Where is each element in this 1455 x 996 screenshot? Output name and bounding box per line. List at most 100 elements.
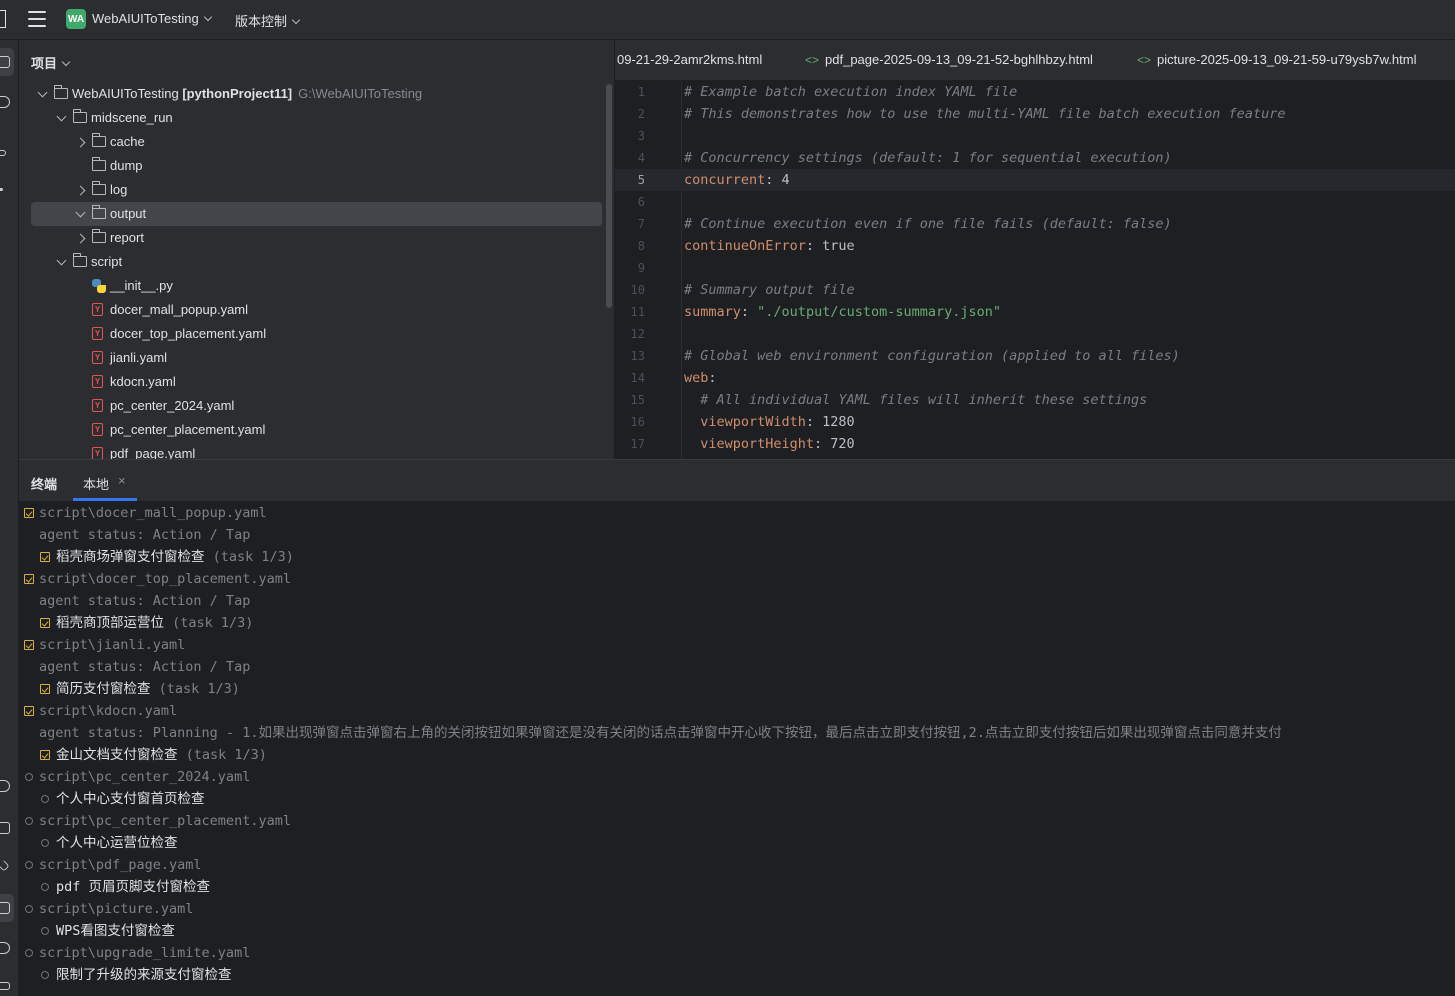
- terminal-line: agent status: Action / Tap: [19, 590, 1455, 612]
- chevron-down-icon: [203, 12, 212, 22]
- code-line[interactable]: 5 concurrent: 4: [615, 169, 1455, 191]
- git-tool-icon[interactable]: [0, 982, 10, 990]
- terminal-line: script\kdocn.yaml: [19, 700, 1455, 722]
- more-tools-icon[interactable]: [0, 188, 3, 191]
- tree-item[interactable]: report: [19, 226, 609, 250]
- python-packages-icon[interactable]: [0, 780, 10, 792]
- code-line[interactable]: 12: [615, 323, 1455, 345]
- project-scrollbar[interactable]: [606, 84, 612, 308]
- problems-tool-icon[interactable]: [0, 942, 10, 954]
- layers-icon[interactable]: [0, 822, 10, 834]
- line-number: 1: [637, 85, 645, 99]
- code-token: "./output/custom-summary.json": [757, 304, 1002, 320]
- code-line[interactable]: 3: [615, 125, 1455, 147]
- tree-item[interactable]: log: [19, 178, 609, 202]
- code-line[interactable]: 6: [615, 191, 1455, 213]
- task-progress: (task 1/3): [164, 615, 254, 631]
- terminal-line: 个人中心运营位检查: [19, 832, 1455, 854]
- code-line[interactable]: 7 # Continue execution even if one file f…: [615, 213, 1455, 235]
- vcs-menu[interactable]: 版本控制: [235, 11, 301, 30]
- code-token: # Global web environment configuration (…: [684, 348, 1180, 364]
- tree-item-name: WebAIUIToTesting: [72, 86, 179, 101]
- chevron-down-icon[interactable]: [56, 111, 67, 122]
- project-tool-icon[interactable]: [0, 56, 10, 68]
- code-line[interactable]: 4 # Concurrency settings (default: 1 for …: [615, 147, 1455, 169]
- chevron-right-icon[interactable]: [75, 185, 86, 196]
- tree-item[interactable]: Ydocer_mall_popup.yaml: [19, 298, 609, 322]
- code-line[interactable]: 1 # Example batch execution index YAML fi…: [615, 81, 1455, 103]
- code-line[interactable]: 10 # Summary output file: [615, 279, 1455, 301]
- code-line[interactable]: 16 viewportWidth: 1280: [615, 411, 1455, 433]
- code-line[interactable]: 17 viewportHeight: 720: [615, 433, 1455, 455]
- chevron-down-icon[interactable]: [75, 207, 86, 218]
- terminal-text-main: agent status: Action / Tap: [39, 659, 251, 675]
- code-line[interactable]: 2 # This demonstrates how to use the mult…: [615, 103, 1455, 125]
- code-line[interactable]: 14 web:: [615, 367, 1455, 389]
- code-content: # This demonstrates how to use the multi…: [684, 103, 1285, 125]
- close-icon[interactable]: ×: [118, 473, 126, 488]
- tree-item[interactable]: WebAIUIToTesting [pythonProject11] G:\Web…: [19, 82, 609, 106]
- commit-tool-icon[interactable]: [0, 96, 10, 108]
- task-done-icon: [24, 574, 34, 584]
- code-view[interactable]: 1 # Example batch execution index YAML fi…: [615, 81, 1455, 455]
- tree-item-name: __init__.py: [110, 278, 173, 293]
- tree-item[interactable]: midscene_run: [19, 106, 609, 130]
- task-done-icon: [40, 684, 50, 694]
- tab-local[interactable]: 本地: [83, 474, 109, 493]
- terminal-text-main: pdf 页眉页脚支付窗检查: [56, 879, 211, 895]
- tree-item[interactable]: Ypc_center_2024.yaml: [19, 394, 609, 418]
- terminal-output[interactable]: script\docer_mall_popup.yamlagent status…: [19, 502, 1455, 986]
- line-number: 13: [630, 349, 645, 363]
- services-icon[interactable]: [0, 860, 10, 872]
- folder-icon: [92, 157, 106, 171]
- tree-item[interactable]: Ypdf_page.yaml: [19, 442, 609, 459]
- tree-item[interactable]: dump: [19, 154, 609, 178]
- tree-item[interactable]: script: [19, 250, 609, 274]
- chevron-right-icon[interactable]: [75, 137, 86, 148]
- code-content: # All individual YAML files will inherit…: [684, 389, 1147, 411]
- editor-tab[interactable]: <> picture-2025-09-13_09-21-59-u79ysb7w.h…: [1137, 52, 1416, 67]
- chevron-down-icon: [61, 57, 71, 67]
- code-content: # Global web environment configuration (…: [684, 345, 1180, 367]
- editor-tab[interactable]: 09-21-29-2amr2kms.html: [617, 52, 762, 67]
- code-line[interactable]: 11 summary: "./output/custom-summary.json…: [615, 301, 1455, 323]
- title-bar: WA WebAIUIToTesting 版本控制: [0, 0, 1455, 40]
- chevron-down-icon[interactable]: [56, 255, 67, 266]
- chevron-down-icon[interactable]: [37, 87, 48, 98]
- tree-item[interactable]: cache: [19, 130, 609, 154]
- code-line[interactable]: 13 # Global web environment configuration…: [615, 345, 1455, 367]
- code-line[interactable]: 8 continueOnError: true: [615, 235, 1455, 257]
- code-token: : true: [805, 238, 855, 254]
- task-done-icon: [40, 552, 50, 562]
- structure-tool-icon[interactable]: [0, 150, 6, 156]
- code-line[interactable]: 15 # All individual YAML files will inhe…: [615, 389, 1455, 411]
- tree-item[interactable]: Ydocer_top_placement.yaml: [19, 322, 609, 346]
- tree-item[interactable]: Yjianli.yaml: [19, 346, 609, 370]
- terminal-text: script\kdocn.yaml: [39, 700, 177, 722]
- terminal-line: pdf 页眉页脚支付窗检查: [19, 876, 1455, 898]
- tree-item-label: cache: [110, 134, 145, 149]
- project-switcher[interactable]: WebAIUIToTesting: [92, 11, 212, 26]
- main-menu-icon[interactable]: [28, 11, 46, 27]
- yaml-file-icon: Y: [92, 327, 103, 340]
- terminal-line: script\pdf_page.yaml: [19, 854, 1455, 876]
- project-view-selector[interactable]: 项目: [31, 53, 71, 72]
- tree-item-label: pc_center_placement.yaml: [110, 422, 265, 437]
- tree-item[interactable]: Ypc_center_placement.yaml: [19, 418, 609, 442]
- editor-tab[interactable]: <> pdf_page-2025-09-13_09-21-52-bghlhbzy.…: [805, 52, 1093, 67]
- terminal-line: 限制了升级的来源支付窗检查: [19, 964, 1455, 986]
- task-pending-icon: [25, 861, 33, 869]
- python-file-icon: [92, 279, 106, 293]
- tree-item[interactable]: output: [31, 202, 602, 226]
- chevron-right-icon[interactable]: [75, 233, 86, 244]
- task-pending-icon: [25, 905, 33, 913]
- terminal-text: script\docer_mall_popup.yaml: [39, 502, 267, 524]
- terminal-text: WPS看图支付窗检查: [56, 920, 175, 942]
- code-content: viewportHeight: 720: [684, 433, 855, 455]
- line-number: 11: [630, 305, 645, 319]
- tree-item[interactable]: __init__.py: [19, 274, 609, 298]
- code-token: : 720: [814, 436, 855, 452]
- tree-item[interactable]: Ykdocn.yaml: [19, 370, 609, 394]
- terminal-tool-icon[interactable]: [0, 902, 10, 914]
- code-line[interactable]: 9: [615, 257, 1455, 279]
